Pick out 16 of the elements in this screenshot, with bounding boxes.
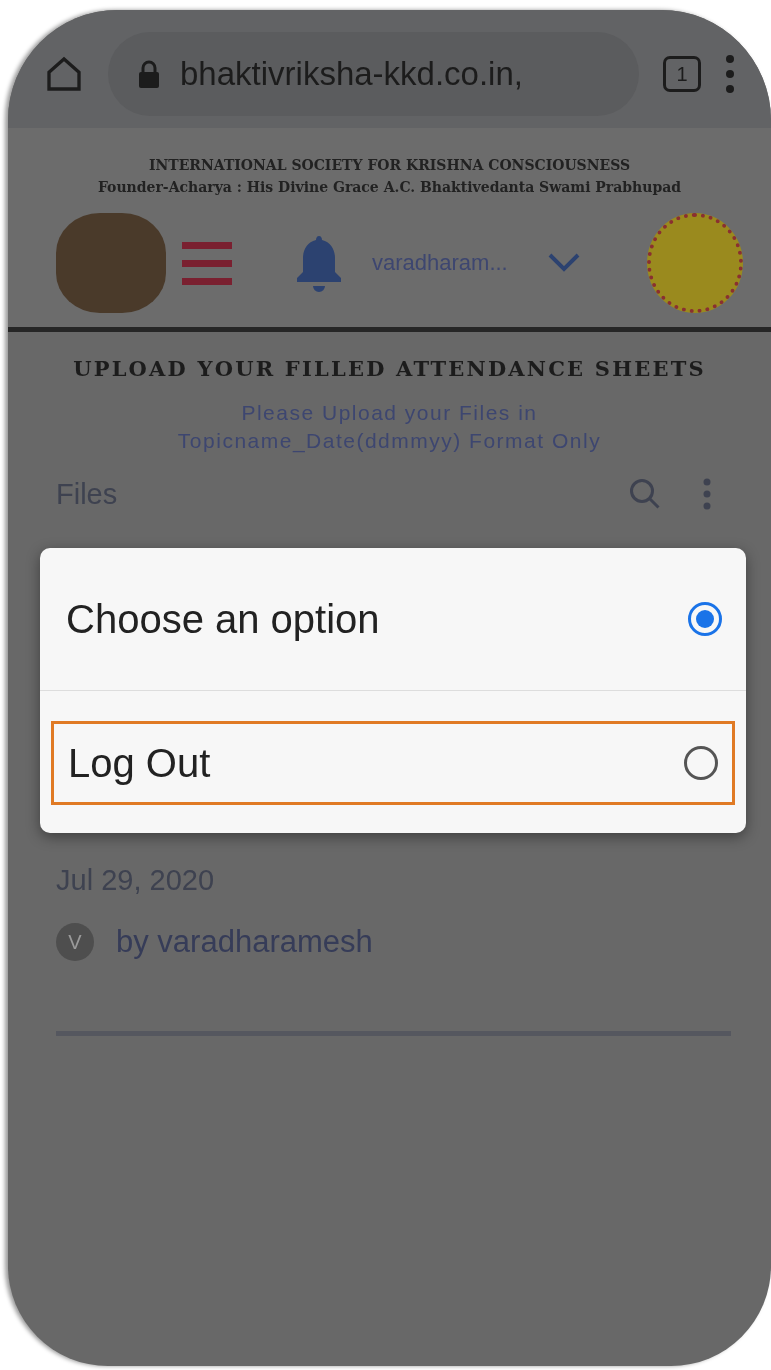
radio-button[interactable] bbox=[684, 746, 718, 780]
chevron-down-icon[interactable] bbox=[547, 252, 580, 273]
organization-name: INTERNATIONAL SOCIETY FOR KRISHNA CONSCIOUSNESS bbox=[147, 156, 632, 175]
bell-icon[interactable] bbox=[296, 233, 342, 292]
url-bar[interactable]: bhaktivriksha-kkd.co.in, bbox=[108, 32, 639, 116]
page-title: UPLOAD YOUR FILLED ATTENDANCE SHEETS bbox=[72, 355, 707, 381]
author-avatar: V bbox=[56, 923, 94, 962]
lock-icon bbox=[138, 59, 160, 89]
radio-button[interactable] bbox=[688, 602, 722, 636]
founder-line: Founder-Acharya : His Divine Grace A.C. Bhaktivedanta Swami Prabhupad bbox=[96, 178, 683, 198]
more-icon[interactable] bbox=[703, 478, 711, 511]
more-icon[interactable] bbox=[725, 54, 735, 94]
option[interactable]: Log Out bbox=[51, 721, 735, 805]
home-icon[interactable] bbox=[44, 54, 84, 94]
option[interactable]: Choose an option bbox=[40, 548, 746, 690]
tab-count-button[interactable]: 1 bbox=[663, 56, 701, 92]
